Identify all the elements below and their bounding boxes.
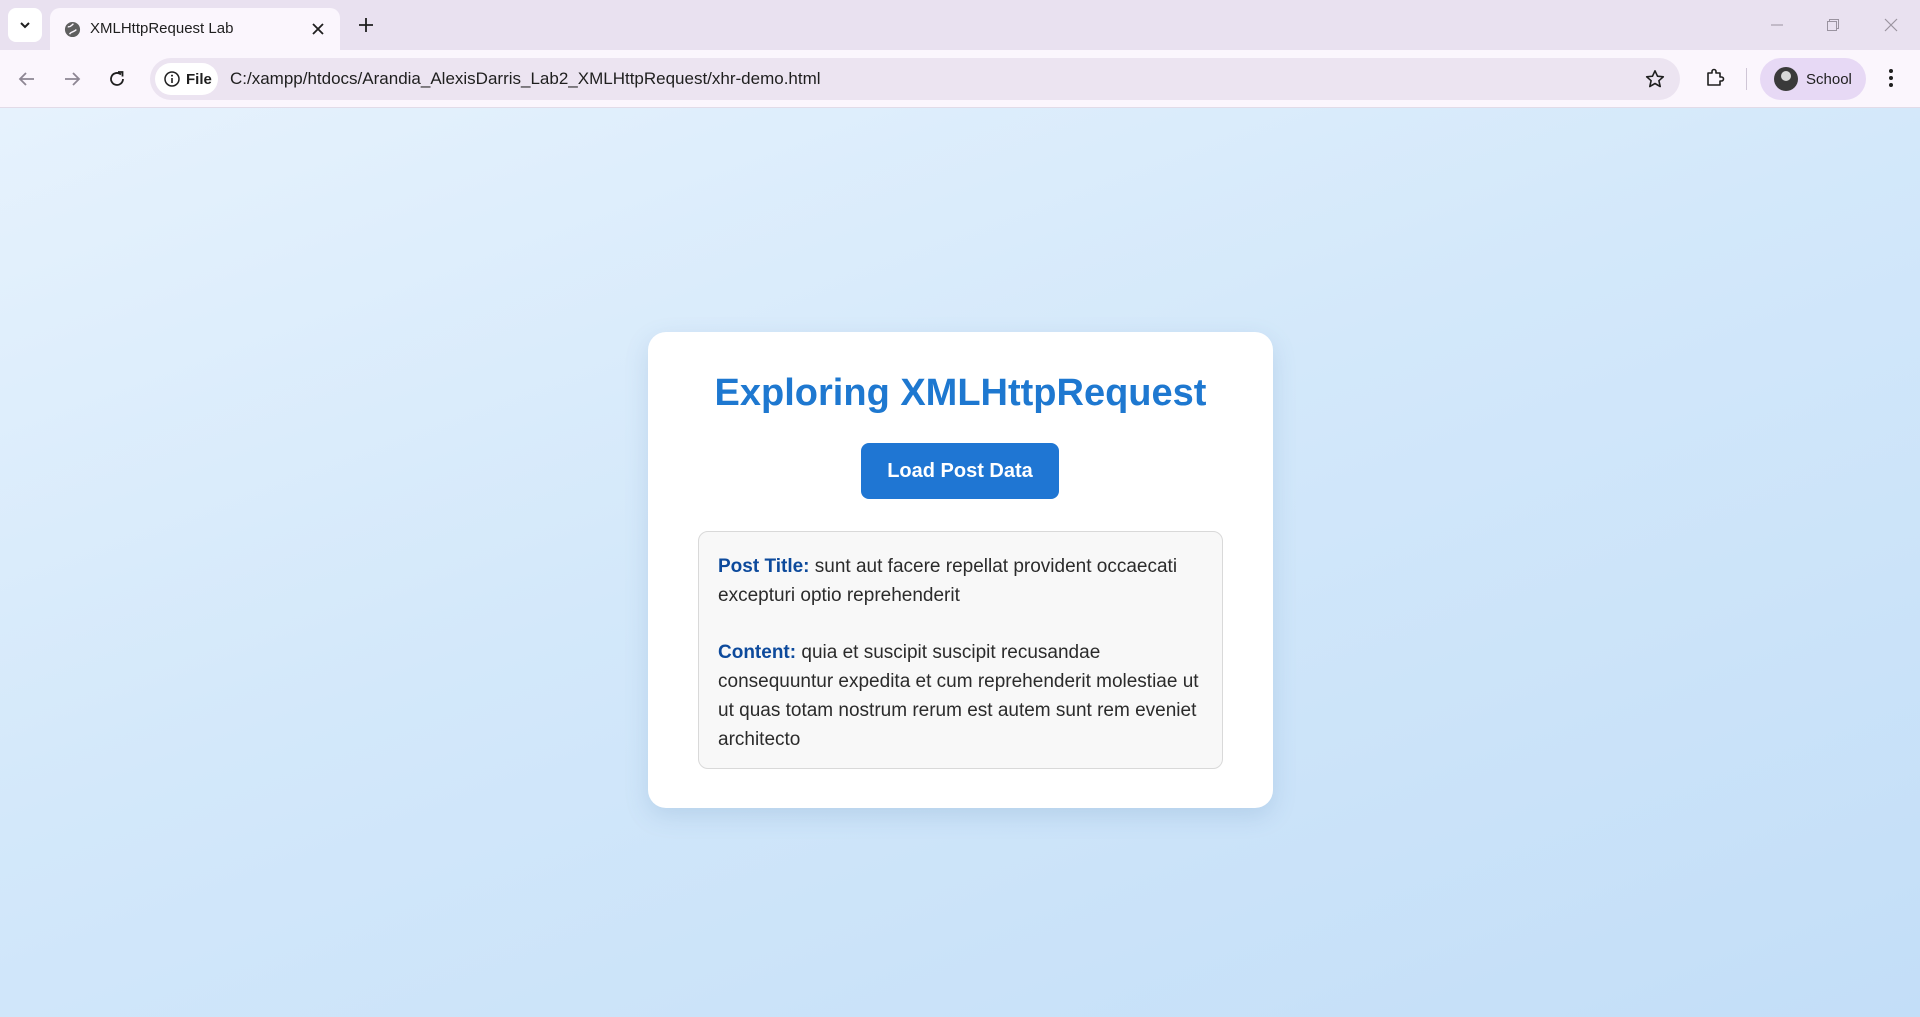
new-tab-button[interactable] — [354, 13, 378, 37]
restore-button[interactable] — [1818, 10, 1848, 40]
tab-close-button[interactable] — [308, 19, 328, 39]
reload-button[interactable] — [102, 64, 132, 94]
back-icon — [18, 72, 34, 86]
reload-icon — [110, 71, 124, 86]
tab-search-button[interactable] — [8, 8, 42, 42]
avatar — [1774, 67, 1798, 91]
plus-icon — [359, 18, 373, 32]
tab-strip: XMLHttpRequest Lab — [0, 0, 1920, 50]
forward-button[interactable] — [57, 64, 87, 94]
post-content-label: Content: — [718, 642, 797, 663]
close-icon — [1884, 18, 1898, 32]
extensions-button[interactable] — [1700, 63, 1730, 93]
page-viewport: Exploring XMLHttpRequest Load Post Data … — [0, 108, 1920, 1017]
bookmark-button[interactable] — [1644, 68, 1666, 90]
toolbar-divider — [1746, 68, 1747, 90]
minimize-button[interactable] — [1762, 10, 1792, 40]
tab-active[interactable]: XMLHttpRequest Lab — [50, 8, 340, 50]
demo-card: Exploring XMLHttpRequest Load Post Data … — [648, 332, 1273, 808]
back-button[interactable] — [12, 64, 42, 94]
url-text[interactable]: C:/xampp/htdocs/Arandia_AlexisDarris_Lab… — [230, 69, 821, 89]
profile-name: School — [1806, 70, 1852, 88]
restore-icon — [1827, 19, 1839, 31]
page-title: Exploring XMLHttpRequest — [714, 372, 1207, 414]
extensions-icon — [1707, 68, 1725, 86]
globe-icon — [64, 21, 81, 38]
result-box: Post Title: sunt aut facere repellat pro… — [698, 531, 1223, 769]
star-icon — [1645, 70, 1665, 88]
post-title-line: Post Title: sunt aut facere repellat pro… — [718, 552, 1204, 610]
chevron-down-icon — [20, 22, 30, 29]
more-vert-icon — [1889, 69, 1893, 87]
post-title-label: Post Title: — [718, 556, 810, 577]
file-chip-label: File — [186, 70, 212, 88]
address-bar[interactable]: File C:/xampp/htdocs/Arandia_AlexisDarri… — [150, 58, 1680, 100]
forward-icon — [65, 72, 81, 86]
browser-menu-button[interactable] — [1876, 63, 1906, 93]
close-window-button[interactable] — [1876, 10, 1906, 40]
browser-toolbar: File C:/xampp/htdocs/Arandia_AlexisDarri… — [0, 50, 1920, 108]
profile-button[interactable]: School — [1760, 58, 1866, 100]
load-post-button[interactable]: Load Post Data — [861, 443, 1059, 499]
minimize-icon — [1771, 24, 1783, 26]
site-info-chip[interactable]: File — [155, 63, 218, 95]
tab-title: XMLHttpRequest Lab — [90, 20, 234, 37]
info-icon — [164, 71, 180, 87]
close-icon — [312, 23, 324, 35]
post-content-line: Content: quia et suscipit suscipit recus… — [718, 638, 1204, 754]
